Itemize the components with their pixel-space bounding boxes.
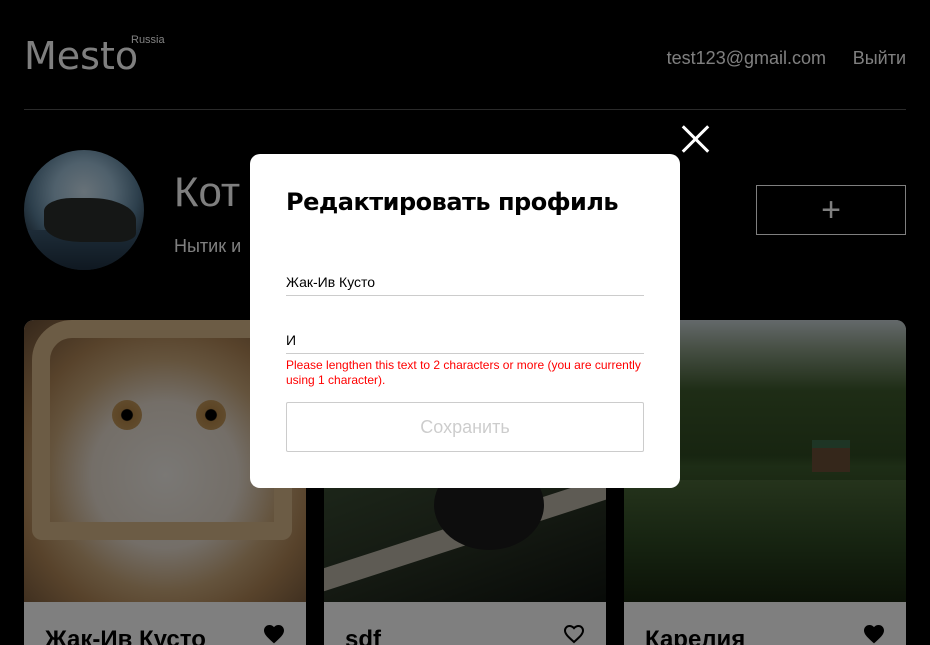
popup-title: Редактировать профиль [286, 188, 619, 216]
edit-profile-popup: Редактировать профиль Please lengthen th… [250, 154, 680, 488]
save-button[interactable]: Сохранить [286, 402, 644, 452]
name-input[interactable] [286, 268, 644, 296]
about-input[interactable] [286, 326, 644, 354]
about-error-message: Please lengthen this text to 2 character… [286, 358, 641, 387]
close-icon[interactable] [680, 124, 710, 154]
